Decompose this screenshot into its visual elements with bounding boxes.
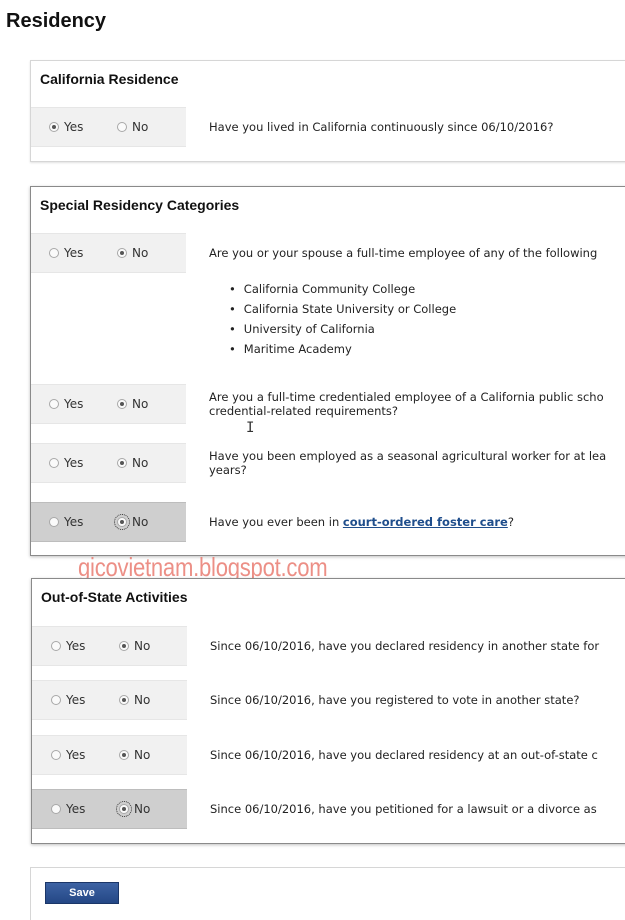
no-option[interactable]: No <box>117 397 148 411</box>
no-radio[interactable] <box>116 801 132 817</box>
question-row: Yes No Are you a full-time credentialed … <box>31 384 625 424</box>
question-row: Yes No Have you lived in California cont… <box>31 107 625 147</box>
question-row: Yes No Since 06/10/2016, have you declar… <box>32 735 625 775</box>
yes-label: Yes <box>66 748 86 762</box>
radio-group: Yes No <box>31 443 186 483</box>
question-row: Yes No Since 06/10/2016, have you declar… <box>32 626 625 666</box>
yes-radio[interactable] <box>49 248 59 258</box>
yes-option[interactable]: Yes <box>49 456 83 470</box>
special-residency-section: Special Residency Categories Yes No Are … <box>30 186 625 556</box>
no-label: No <box>134 802 151 816</box>
question-text: Have you ever been in court-ordered fost… <box>209 515 625 529</box>
no-label: No <box>134 748 151 762</box>
radio-group: Yes No <box>31 107 186 147</box>
section-title: Special Residency Categories <box>40 197 240 213</box>
question-prefix: Have you ever been in <box>209 515 343 529</box>
list-item: California Community College <box>229 279 456 299</box>
no-radio[interactable] <box>114 514 130 530</box>
no-label: No <box>134 639 151 653</box>
no-option[interactable]: No <box>114 514 149 530</box>
question-row: Yes No Since 06/10/2016, have you regist… <box>32 680 625 720</box>
no-option[interactable]: No <box>119 748 150 762</box>
yes-radio[interactable] <box>49 399 59 409</box>
question-row: Yes No Have you been employed as a seaso… <box>31 443 625 483</box>
no-option[interactable]: No <box>117 120 148 134</box>
radio-group: Yes No <box>32 680 187 720</box>
yes-label: Yes <box>66 693 86 707</box>
yes-radio[interactable] <box>51 641 61 651</box>
list-item: University of California <box>229 319 456 339</box>
foster-care-link[interactable]: court-ordered foster care <box>343 515 508 529</box>
yes-label: Yes <box>64 515 84 529</box>
no-label: No <box>132 120 149 134</box>
california-residence-section: California Residence Yes No Have you liv… <box>30 60 625 162</box>
question-row: Yes No Have you ever been in court-order… <box>31 502 625 542</box>
radio-group: Yes No <box>32 789 187 829</box>
no-radio[interactable] <box>119 750 129 760</box>
out-of-state-section: Out-of-State Activities Yes No Since 06/… <box>31 578 625 844</box>
question-text: Are you or your spouse a full-time emplo… <box>209 246 598 260</box>
yes-label: Yes <box>64 120 84 134</box>
yes-option[interactable]: Yes <box>49 397 83 411</box>
radio-group: Yes No <box>31 233 186 273</box>
no-radio[interactable] <box>117 458 127 468</box>
yes-radio[interactable] <box>49 458 59 468</box>
question-text: Have you lived in California continuousl… <box>209 120 554 134</box>
yes-option[interactable]: Yes <box>51 802 85 816</box>
yes-radio[interactable] <box>49 122 59 132</box>
list-item: Maritime Academy <box>229 339 456 359</box>
yes-option[interactable]: Yes <box>51 639 85 653</box>
list-item: California State University or College <box>229 299 456 319</box>
yes-label: Yes <box>66 802 86 816</box>
no-option[interactable]: No <box>116 801 151 817</box>
radio-group: Yes No <box>32 626 187 666</box>
no-label: No <box>132 515 149 529</box>
radio-group: Yes No <box>31 384 186 424</box>
radio-group: Yes No <box>31 502 186 542</box>
page-title: Residency <box>6 10 107 32</box>
institution-list: California Community College California … <box>229 279 456 359</box>
no-label: No <box>134 693 151 707</box>
no-option[interactable]: No <box>117 246 148 260</box>
no-option[interactable]: No <box>117 456 148 470</box>
text-cursor-icon: I <box>246 420 255 436</box>
yes-radio[interactable] <box>51 804 61 814</box>
no-label: No <box>132 456 149 470</box>
save-bar: Save <box>30 867 625 920</box>
section-title: California Residence <box>40 71 179 87</box>
no-radio[interactable] <box>119 641 129 651</box>
question-text: Have you been employed as a seasonal agr… <box>209 449 607 477</box>
yes-option[interactable]: Yes <box>49 246 83 260</box>
yes-radio[interactable] <box>51 750 61 760</box>
yes-option[interactable]: Yes <box>49 515 83 529</box>
no-option[interactable]: No <box>119 693 150 707</box>
no-radio[interactable] <box>117 122 127 132</box>
yes-label: Yes <box>64 456 84 470</box>
no-radio[interactable] <box>119 695 129 705</box>
question-text: Since 06/10/2016, have you registered to… <box>210 693 580 707</box>
no-option[interactable]: No <box>119 639 150 653</box>
no-radio[interactable] <box>117 399 127 409</box>
question-row: Yes No Since 06/10/2016, have you petiti… <box>32 789 625 829</box>
no-radio[interactable] <box>117 248 127 258</box>
question-text: Since 06/10/2016, have you declared resi… <box>210 639 600 653</box>
no-label: No <box>132 397 149 411</box>
section-title: Out-of-State Activities <box>41 589 188 605</box>
yes-option[interactable]: Yes <box>49 120 83 134</box>
question-row: Yes No Are you or your spouse a full-tim… <box>31 233 625 273</box>
yes-radio[interactable] <box>49 517 59 527</box>
question-text: Since 06/10/2016, have you declared resi… <box>210 748 598 762</box>
yes-label: Yes <box>66 639 86 653</box>
question-suffix: ? <box>507 515 514 529</box>
radio-group: Yes No <box>32 735 187 775</box>
yes-label: Yes <box>64 397 84 411</box>
yes-option[interactable]: Yes <box>51 693 85 707</box>
question-text: Since 06/10/2016, have you petitioned fo… <box>210 802 597 816</box>
yes-radio[interactable] <box>51 695 61 705</box>
no-label: No <box>132 246 149 260</box>
yes-option[interactable]: Yes <box>51 748 85 762</box>
save-button[interactable]: Save <box>45 882 119 904</box>
yes-label: Yes <box>64 246 84 260</box>
question-text: Are you a full-time credentialed employe… <box>209 390 604 418</box>
